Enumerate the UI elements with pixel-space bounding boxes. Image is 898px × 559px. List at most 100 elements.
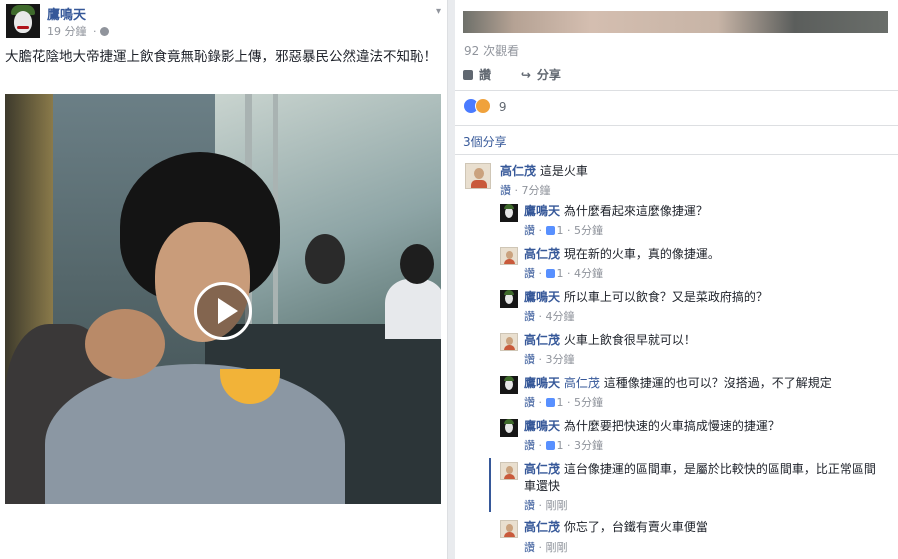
comment-like-count[interactable]: 1 <box>557 267 564 280</box>
video-frame-passenger <box>400 244 434 284</box>
commenter-avatar[interactable] <box>465 163 491 189</box>
post-card: 鷹鳴天 19 分鐘 · ▾ 大膽花陰地大帝捷運上飲食竟無恥錄影上傳，邪惡暴民公然… <box>0 0 448 559</box>
comment-time[interactable]: 4分鐘 <box>574 267 603 280</box>
video-thumbnail[interactable] <box>463 11 888 33</box>
comment-meta: 讚 · 1 · 5分鐘 <box>524 396 603 409</box>
comment-meta: 讚 · 4分鐘 <box>524 310 575 323</box>
post-text: 大膽花陰地大帝捷運上飲食竟無恥錄影上傳，邪惡暴民公然違法不知恥！ <box>5 49 437 65</box>
comment-meta: 讚 · 1 · 3分鐘 <box>524 439 603 452</box>
comment-text: 這台像捷運的區間車，是屬於比較快的區間車，比正常區間車還快 <box>524 462 876 493</box>
view-count: 92 次觀看 <box>464 44 520 58</box>
commenter-avatar[interactable] <box>500 204 518 222</box>
post-time[interactable]: 19 分鐘 <box>47 25 87 38</box>
share-icon: ↪ <box>520 68 531 82</box>
comment-like-button[interactable]: 讚 <box>524 541 535 554</box>
commenter-avatar[interactable] <box>500 520 518 538</box>
comment-like-button[interactable]: 讚 <box>524 396 535 409</box>
comment: 鷹鳴天 為什麼看起來這麼像捷運？ <box>524 203 889 220</box>
comment-meta: 讚 · 剛剛 <box>524 541 568 554</box>
commenter-avatar[interactable] <box>500 333 518 351</box>
comment-author[interactable]: 鷹鳴天 <box>524 376 560 390</box>
play-icon[interactable] <box>194 282 252 340</box>
commenter-avatar[interactable] <box>500 376 518 394</box>
comment-text: 為什麼要把快速的火車搞成慢速的捷運？ <box>563 419 780 433</box>
action-bar: 讚 ↪ 分享 <box>463 66 587 83</box>
comment-time[interactable]: 7分鐘 <box>522 184 551 197</box>
video-frame-hand <box>85 309 165 379</box>
post-meta: 19 分鐘 · <box>47 23 109 39</box>
commenter-avatar[interactable] <box>500 290 518 308</box>
comment-like-button[interactable]: 讚 <box>524 267 535 280</box>
video-frame-passenger <box>305 234 345 284</box>
comment-time[interactable]: 剛剛 <box>546 499 568 512</box>
comment-like-count[interactable]: 1 <box>557 224 564 237</box>
comment-like-count[interactable]: 1 <box>557 439 564 452</box>
like-button[interactable]: 讚 <box>463 66 491 83</box>
comment-time[interactable]: 3分鐘 <box>546 353 575 366</box>
divider <box>455 90 898 91</box>
comment-time[interactable]: 5分鐘 <box>574 396 603 409</box>
share-button[interactable]: ↪ 分享 <box>521 66 561 83</box>
reaction-count: 9 <box>498 100 507 114</box>
commenter-avatar[interactable] <box>500 247 518 265</box>
comment-time[interactable]: 剛剛 <box>546 541 568 554</box>
comment-author[interactable]: 鷹鳴天 <box>524 419 560 433</box>
chevron-down-icon[interactable]: ▾ <box>436 6 441 17</box>
reaction-summary[interactable]: 9 <box>463 98 506 114</box>
comment: 高仁茂 你忘了，台鐵有賣火車便當 <box>524 519 889 536</box>
comment-time[interactable]: 5分鐘 <box>574 224 603 237</box>
comment-author[interactable]: 高仁茂 <box>524 247 560 261</box>
angry-reaction-icon <box>475 98 491 114</box>
comment-meta: 讚 · 剛剛 <box>524 499 568 512</box>
post-author[interactable]: 鷹鳴天 <box>47 4 86 23</box>
comment-like-button[interactable]: 讚 <box>500 184 511 197</box>
comment-mention[interactable]: 高仁茂 <box>564 376 600 390</box>
like-icon <box>545 226 555 235</box>
comment: 高仁茂 現在新的火車，真的像捷運。 <box>524 246 889 263</box>
like-icon <box>545 398 555 407</box>
video-frame-passenger <box>385 279 441 339</box>
comment-text: 所以車上可以飲食？又是菜政府搞的？ <box>563 290 768 304</box>
comment-author[interactable]: 高仁茂 <box>524 333 560 347</box>
comment-meta: 讚 · 1 · 5分鐘 <box>524 224 603 237</box>
video-player[interactable] <box>5 94 441 504</box>
comment: 鷹鳴天 為什麼要把快速的火車搞成慢速的捷運？ <box>524 418 889 435</box>
comment-text: 這是火車 <box>539 164 588 178</box>
divider <box>455 154 898 155</box>
comment-author[interactable]: 高仁茂 <box>500 164 536 178</box>
comment-time[interactable]: 3分鐘 <box>574 439 603 452</box>
comment-like-button[interactable]: 讚 <box>524 310 535 323</box>
comment-meta: 讚 · 1 · 4分鐘 <box>524 267 603 280</box>
commenter-avatar[interactable] <box>500 419 518 437</box>
comment-text: 這種像捷運的也可以？沒搭過，不了解規定 <box>603 376 832 390</box>
comment: 鷹鳴天 所以車上可以飲食？又是菜政府搞的？ <box>524 289 889 306</box>
comment-like-count[interactable]: 1 <box>557 396 564 409</box>
comment: 鷹鳴天 高仁茂 這種像捷運的也可以？沒搭過，不了解規定 <box>524 375 889 392</box>
comment-meta: 讚 · 3分鐘 <box>524 353 575 366</box>
comment-author[interactable]: 鷹鳴天 <box>524 204 560 218</box>
comment-meta: 讚 · 7分鐘 <box>500 184 551 197</box>
thumbs-up-icon <box>463 70 473 80</box>
comment-text: 現在新的火車，真的像捷運。 <box>563 247 720 261</box>
comment-text: 為什麼看起來這麼像捷運？ <box>563 204 708 218</box>
comment-time[interactable]: 4分鐘 <box>546 310 575 323</box>
comment-text: 火車上飲食很早就可以！ <box>563 333 696 347</box>
comment-like-button[interactable]: 讚 <box>524 353 535 366</box>
comment-author[interactable]: 鷹鳴天 <box>524 290 560 304</box>
comment-like-button[interactable]: 讚 <box>524 224 535 237</box>
comment: 高仁茂 火車上飲食很早就可以！ <box>524 332 889 349</box>
shares-count[interactable]: 3個分享 <box>463 133 507 150</box>
comment-like-button[interactable]: 讚 <box>524 499 535 512</box>
globe-icon <box>99 27 109 36</box>
commenter-avatar[interactable] <box>500 462 518 480</box>
comment-like-button[interactable]: 讚 <box>524 439 535 452</box>
comment-text: 你忘了，台鐵有賣火車便當 <box>563 520 708 534</box>
divider <box>455 125 898 126</box>
highlight-bar <box>489 458 491 512</box>
author-avatar[interactable] <box>6 4 40 38</box>
comment: 高仁茂 這是火車 <box>500 163 890 180</box>
comment-author[interactable]: 高仁茂 <box>524 462 560 476</box>
like-icon <box>545 441 555 450</box>
comment: 高仁茂 這台像捷運的區間車，是屬於比較快的區間車，比正常區間車還快 <box>524 461 876 495</box>
comment-author[interactable]: 高仁茂 <box>524 520 560 534</box>
